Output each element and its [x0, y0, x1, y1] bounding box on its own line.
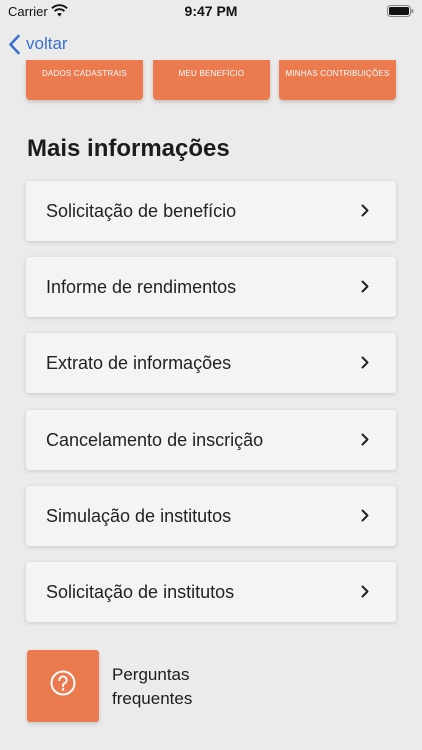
- tile-label: DADOS CADASTRAIS: [42, 69, 127, 78]
- menu-item-cancelamento-inscricao[interactable]: Cancelamento de inscrição: [26, 410, 396, 470]
- tile-label: MEU BENEFÍCIO: [178, 69, 245, 78]
- faq-icon-box: [27, 650, 99, 722]
- faq-label-line2: frequentes: [112, 689, 193, 708]
- menu-item-label: Extrato de informações: [46, 353, 232, 373]
- menu-item-label: Solicitação de institutos: [46, 582, 235, 602]
- menu-item-label: Solicitação de benefício: [46, 201, 237, 221]
- chevron-right-icon: [361, 433, 369, 446]
- chevron-left-icon: [9, 34, 20, 54]
- status-bar: Carrier 9:47 PM: [0, 0, 422, 26]
- chevron-right-icon: [361, 204, 369, 217]
- menu-item-simulacao-institutos[interactable]: Simulação de institutos: [26, 486, 396, 546]
- tile-meu-beneficio[interactable]: MEU BENEFÍCIO: [153, 60, 270, 100]
- tile-dados-cadastrais[interactable]: DADOS CADASTRAIS: [26, 60, 143, 100]
- back-button[interactable]: voltar: [8, 31, 68, 57]
- faq-button[interactable]: Perguntas frequentes: [27, 650, 327, 722]
- chevron-right-icon: [361, 356, 369, 369]
- menu-item-label: Informe de rendimentos: [46, 277, 237, 297]
- menu-item-label: Simulação de institutos: [46, 506, 232, 526]
- menu-item-solicitacao-beneficio[interactable]: Solicitação de benefício: [26, 181, 396, 241]
- clock: 9:47 PM: [184, 3, 238, 19]
- menu-item-informe-rendimentos[interactable]: Informe de rendimentos: [26, 257, 396, 317]
- screen: Carrier 9:47 PM voltar DADOS CADASTRAIS …: [0, 0, 422, 750]
- faq-label: Perguntas frequentes: [112, 663, 252, 711]
- menu-item-label: Cancelamento de inscrição: [46, 430, 264, 450]
- battery-icon: [387, 5, 414, 17]
- chevron-right-icon: [361, 280, 369, 293]
- tile-minhas-contribuicoes[interactable]: MINHAS CONTRIBUIÇÕES: [279, 60, 396, 100]
- faq-label-line1: Perguntas: [112, 665, 190, 684]
- section-title: Mais informações: [27, 135, 230, 162]
- back-label: voltar: [26, 34, 68, 53]
- menu-item-solicitacao-institutos[interactable]: Solicitação de institutos: [26, 562, 396, 622]
- question-icon: [50, 670, 76, 696]
- chevron-right-icon: [361, 585, 369, 598]
- tile-label: MINHAS CONTRIBUIÇÕES: [285, 69, 390, 78]
- menu-item-extrato-informacoes[interactable]: Extrato de informações: [26, 333, 396, 393]
- chevron-right-icon: [361, 509, 369, 522]
